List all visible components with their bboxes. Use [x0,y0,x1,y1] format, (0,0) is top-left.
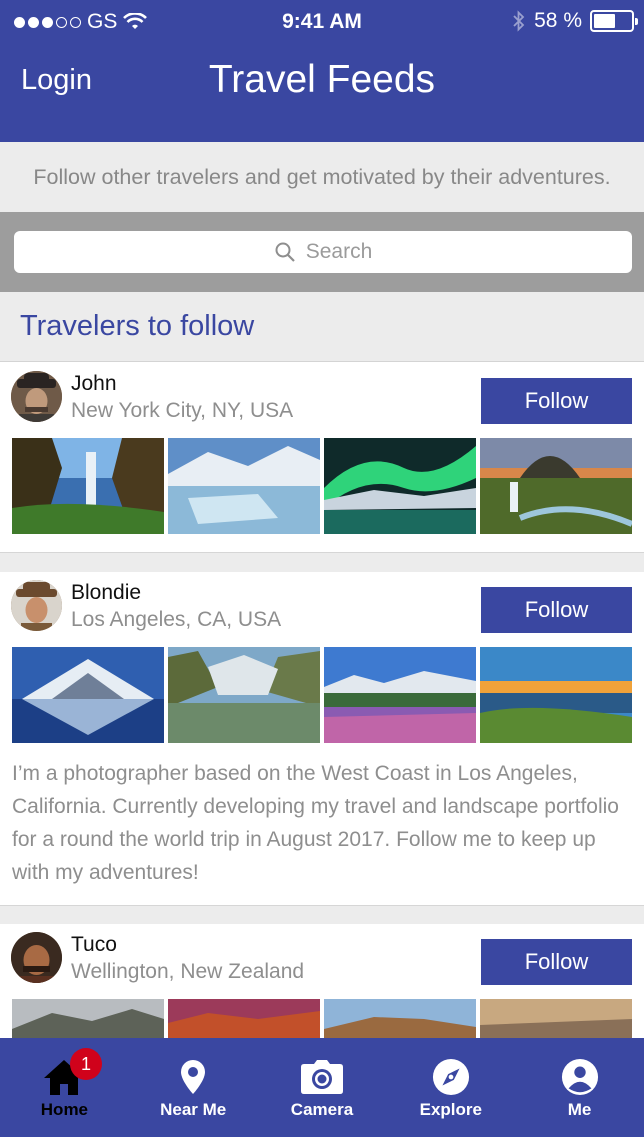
search-placeholder: Search [305,240,373,263]
traveler-location: Los Angeles, CA, USA [71,608,282,631]
tab-bar: 1 Home Near Me Camera Explore Me [0,1038,644,1137]
card-separator [0,906,644,925]
travel-photo[interactable] [480,438,632,534]
follow-button[interactable]: Follow [481,587,632,633]
follow-button[interactable]: Follow [481,378,632,424]
location-pin-icon [181,1060,206,1094]
travel-photo[interactable] [480,647,632,743]
travel-photo[interactable] [168,647,320,743]
tab-home[interactable]: 1 Home [0,1038,129,1137]
page-subtitle: Follow other travelers and get motivated… [0,142,644,212]
travel-photo[interactable] [324,438,476,534]
camera-icon [300,1060,343,1094]
travel-photo[interactable] [324,647,476,743]
photo-strip [12,438,632,534]
avatar[interactable] [11,371,62,422]
traveler-card: Tuco Wellington, New Zealand Follow [0,924,644,1095]
search-input[interactable]: Search [14,231,632,273]
traveler-bio: I’m a photographer based on the West Coa… [12,762,619,884]
traveler-name[interactable]: John [71,372,117,396]
navigation-bar: Login Travel Feeds [0,44,644,142]
traveler-location: Wellington, New Zealand [71,960,305,983]
tab-label: Me [567,1100,592,1119]
tab-label: Explore [419,1100,482,1119]
status-right: 58 % [512,9,638,33]
tab-label: Home [40,1100,89,1119]
page-title: Travel Feeds [208,58,436,101]
compass-icon [432,1058,469,1096]
search-icon [275,242,295,262]
travel-photo[interactable] [12,438,164,534]
travel-photo[interactable] [12,647,164,743]
travel-photo[interactable] [168,438,320,534]
tab-label: Camera [290,1100,354,1119]
user-icon [561,1058,598,1096]
section-title: Travelers to follow [0,292,644,362]
tab-near-me[interactable]: Near Me [129,1038,258,1137]
search-bar-container: Search [0,212,644,292]
traveler-card: Blondie Los Angeles, CA, USA Follow I’m … [0,572,644,906]
status-bar: GS 9:41 AM 58 % [0,0,644,44]
battery-icon [590,10,638,32]
follow-button[interactable]: Follow [481,939,632,985]
card-separator [0,553,644,572]
tab-me[interactable]: Me [515,1038,644,1137]
traveler-name[interactable]: Blondie [71,581,141,605]
traveler-name[interactable]: Tuco [71,933,117,957]
tab-camera[interactable]: Camera [258,1038,387,1137]
battery-percent: 58 % [534,9,582,32]
tab-explore[interactable]: Explore [386,1038,515,1137]
bluetooth-icon [513,10,525,32]
traveler-card: John New York City, NY, USA Follow [0,363,644,553]
traveler-location: New York City, NY, USA [71,399,294,422]
notification-badge: 1 [70,1048,102,1080]
avatar[interactable] [11,580,62,631]
tab-label: Near Me [160,1100,227,1119]
photo-strip [12,647,632,743]
avatar[interactable] [11,932,62,983]
